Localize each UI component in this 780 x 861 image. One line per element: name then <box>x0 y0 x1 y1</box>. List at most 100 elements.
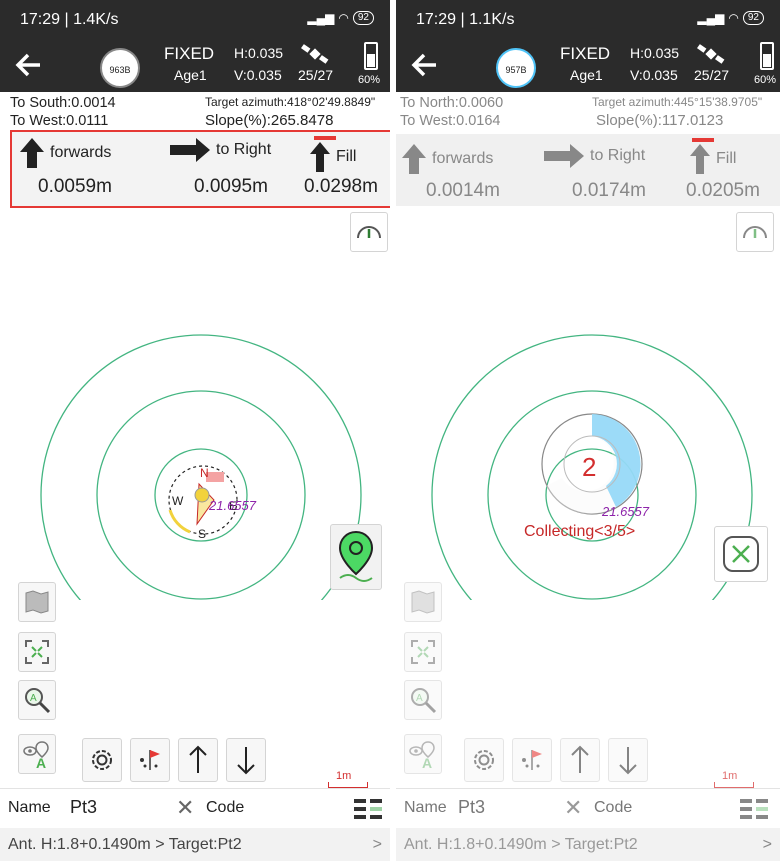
stakeout-info: To South:0.0014 To West:0.0111 Target az… <box>0 92 390 134</box>
status-bar: 17:29 | 1.4K/s ▂▄▆ ◠ 92 <box>0 0 390 40</box>
status-bar: 17:29 | 1.1K/s ▂▄▆ ◠ 92 <box>396 0 780 40</box>
chevron-right-icon: > <box>762 836 772 853</box>
forward-arrow-icon <box>402 144 426 174</box>
fill-value: 0.0205m <box>686 180 760 201</box>
up-arrow-icon <box>189 745 207 773</box>
eye-point-icon: A <box>409 741 435 769</box>
name-input[interactable]: Pt3 <box>70 797 97 818</box>
collecting-status: Collecting<3/5> <box>524 523 635 540</box>
flag-points-button[interactable] <box>130 738 170 782</box>
map-layer-button[interactable] <box>18 582 56 622</box>
age-label: Age1 <box>174 67 207 83</box>
navigation-guidance: forwards 0.0059m to Right 0.0095m Fill 0… <box>10 130 390 208</box>
back-arrow-icon[interactable] <box>410 48 440 82</box>
zoom-icon: A <box>25 688 51 714</box>
down-arrow-icon <box>237 747 255 775</box>
fill-indicator: Fill <box>310 142 356 172</box>
menu-list-icon[interactable] <box>740 797 770 821</box>
eye-point-button[interactable]: A <box>18 734 56 774</box>
next-point-button[interactable] <box>226 738 266 782</box>
sat-disc[interactable]: 957B <box>496 48 536 88</box>
satellite-icon[interactable] <box>300 43 330 65</box>
right-indicator: to Right <box>170 138 271 162</box>
zoom-button[interactable]: A <box>404 680 442 720</box>
settings-button[interactable] <box>82 738 122 782</box>
sat-count: 25/27 <box>298 67 334 83</box>
map-layer-button[interactable] <box>404 582 442 622</box>
sat-disc[interactable]: 963B <box>100 48 140 88</box>
status-battery: 92 <box>742 11 764 25</box>
code-label: Code <box>594 799 633 816</box>
zoom-button[interactable]: A <box>18 680 56 720</box>
satellite-icon[interactable] <box>696 43 726 65</box>
gauge-icon <box>743 226 767 239</box>
fit-screen-button[interactable] <box>404 632 442 672</box>
left-screen: 17:29 | 1.4K/s ▂▄▆ ◠ 92 963B FIXED Age1 … <box>0 0 390 861</box>
point-name-bar: Name Pt3 ✕ Code <box>0 788 390 826</box>
fit-screen-icon <box>411 640 435 664</box>
fill-value: 0.0298m <box>304 176 378 197</box>
forwards-label: forwards <box>432 150 494 167</box>
flag-points-button[interactable] <box>512 738 552 782</box>
fit-screen-button[interactable] <box>18 632 56 672</box>
battery-icon <box>760 42 774 70</box>
previous-point-button[interactable] <box>560 738 600 782</box>
fix-mode: FIXED <box>164 44 215 63</box>
fill-level-bar <box>314 136 336 140</box>
navigation-guidance: forwards 0.0014m to Right 0.0174m Fill 0… <box>396 134 780 206</box>
antenna-target-text: Ant. H:1.8+0.1490m > Target:Pt2 <box>8 836 242 853</box>
status-icons: ▂▄▆ ◠ 92 <box>697 11 764 25</box>
antenna-target-bar[interactable]: Ant. H:1.8+0.1490m > Target:Pt2 > <box>396 828 780 861</box>
name-input[interactable]: Pt3 <box>458 797 485 818</box>
slope: Slope(%):265.8478 <box>205 112 334 129</box>
point-name-bar: Name Pt3 ✕ Code <box>396 788 780 826</box>
up-arrow-icon <box>571 745 589 773</box>
right-label: to Right <box>216 141 272 158</box>
previous-point-button[interactable] <box>178 738 218 782</box>
settings-button[interactable] <box>464 738 504 782</box>
fix-mode: FIXED <box>560 44 611 63</box>
map-pin-button[interactable] <box>330 524 382 590</box>
gauge-button[interactable] <box>736 212 774 252</box>
status-time: 17:29 | 1.4K/s <box>20 11 119 28</box>
v-precision: V:0.035 <box>630 67 678 83</box>
right-value: 0.0095m <box>194 176 268 197</box>
forwards-indicator: forwards <box>20 138 111 168</box>
settings-gear-icon <box>474 750 494 770</box>
slope: Slope(%):117.0123 <box>596 112 724 129</box>
target-point-label: 21.6557 <box>601 504 650 519</box>
fill-indicator: Fill <box>690 144 736 174</box>
folded-map-icon <box>411 590 435 614</box>
clear-name-icon[interactable]: ✕ <box>176 795 194 821</box>
compass-s: S <box>198 527 206 541</box>
right-label: to Right <box>590 147 646 164</box>
forwards-value: 0.0014m <box>426 180 500 201</box>
antenna-target-bar[interactable]: Ant. H:1.8+0.1490m > Target:Pt2 > <box>0 828 390 861</box>
direction-ns: To South:0.0014 <box>10 95 116 111</box>
cancel-collect-button[interactable] <box>714 526 768 582</box>
svg-text:A: A <box>36 755 46 769</box>
gauge-button[interactable] <box>350 212 388 252</box>
menu-list-icon[interactable] <box>354 797 384 821</box>
next-point-button[interactable] <box>608 738 648 782</box>
fill-label: Fill <box>716 150 737 167</box>
scale-label: 1m <box>722 770 738 782</box>
battery-percent: 60% <box>358 74 381 86</box>
eye-point-button[interactable]: A <box>404 734 442 774</box>
wifi-icon: ◠ <box>338 11 349 25</box>
clear-name-icon[interactable]: ✕ <box>564 795 582 821</box>
map-scale: 1m <box>714 770 754 788</box>
stakeout-info: To North:0.0060 To West:0.0164 Target az… <box>396 92 780 134</box>
back-arrow-icon[interactable] <box>14 48 44 82</box>
down-arrow-icon <box>619 747 637 775</box>
scale-label: 1m <box>336 770 352 782</box>
forwards-value: 0.0059m <box>38 176 112 197</box>
forwards-indicator: forwards <box>402 144 493 174</box>
fill-label: Fill <box>336 148 357 165</box>
gauge-icon <box>357 226 381 239</box>
code-label: Code <box>206 799 245 816</box>
svg-text:A: A <box>416 693 423 704</box>
app-header: 963B FIXED Age1 H:0.035 V:0.035 25/27 60… <box>0 40 390 92</box>
fill-arrow-icon <box>690 144 710 174</box>
eye-point-icon: A <box>23 741 49 769</box>
